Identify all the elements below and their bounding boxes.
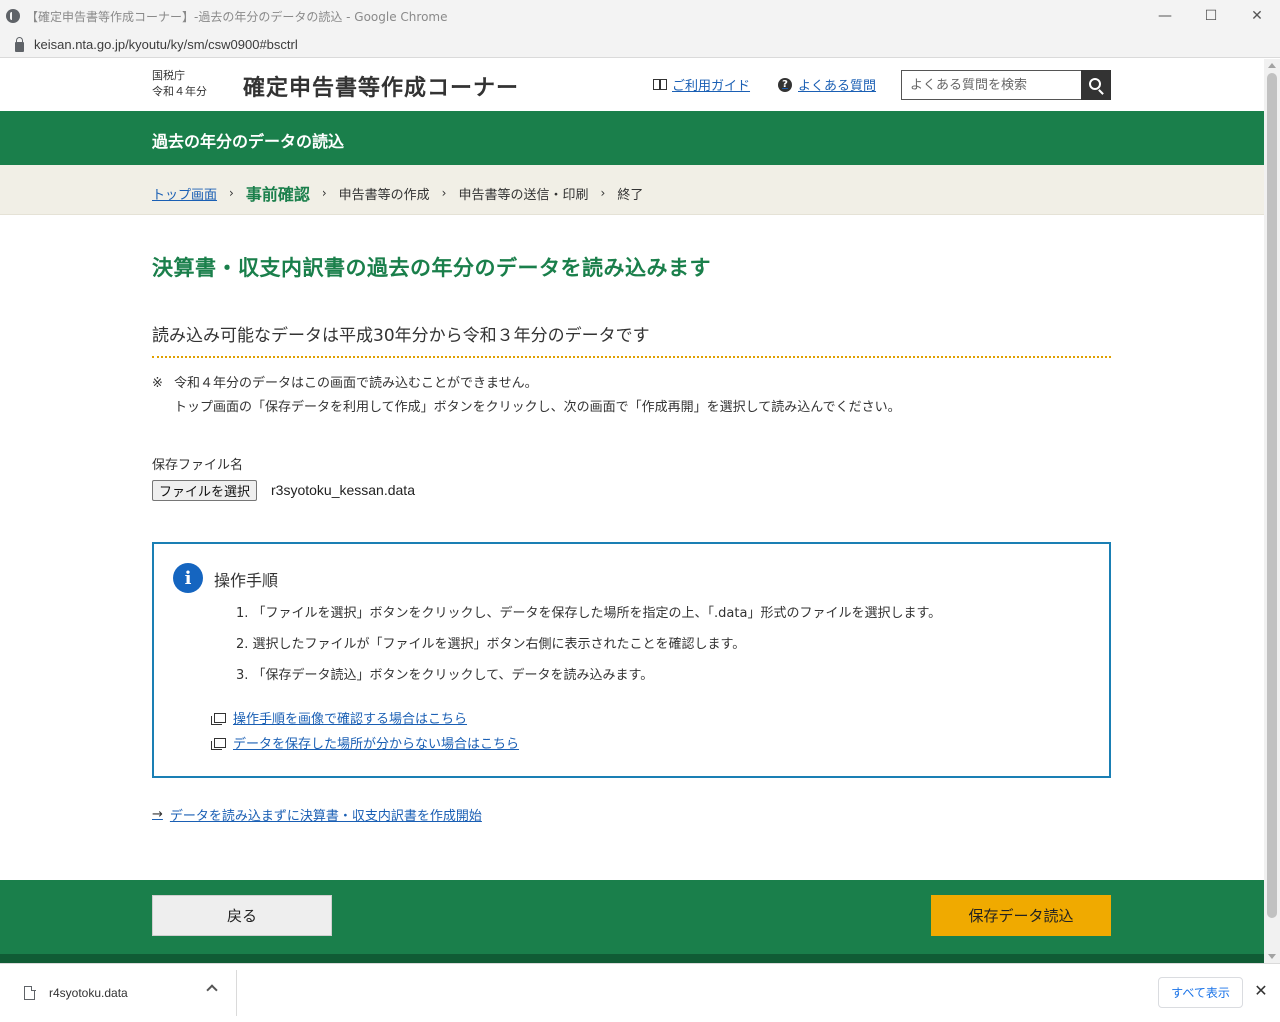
image-guide-link[interactable]: 操作手順を画像で確認する場合はこちら <box>211 708 467 727</box>
title-bar: 【確定申告書等作成コーナー】-過去の年分のデータの読込 - Google Chr… <box>0 0 1280 32</box>
save-location-help-link-label[interactable]: データを保存した場所が分からない場合はこちら <box>233 733 519 752</box>
save-location-help-link[interactable]: データを保存した場所が分からない場合はこちら <box>211 733 519 752</box>
instructions-title: 操作手順 <box>214 571 279 590</box>
page-title-band: 過去の年分のデータの読込 <box>0 111 1264 165</box>
info-icon: i <box>173 563 203 593</box>
start-without-data-label[interactable]: データを読み込まずに決算書・収支内訳書を作成開始 <box>170 805 482 824</box>
url-text[interactable]: keisan.nta.go.jp/kyoutu/ky/sm/csw0900#bs… <box>34 37 298 52</box>
image-guide-link-label[interactable]: 操作手順を画像で確認する場合はこちら <box>233 708 467 727</box>
page-heading: 決算書・収支内訳書の過去の年分のデータを読み込みます <box>152 256 711 280</box>
breadcrumb-separator: › <box>441 186 447 200</box>
note-line-2: トップ画面の「保存データを利用して作成」ボタンをクリックし、次の画面で「作成再開… <box>174 400 901 415</box>
notice-text: ※ 令和４年分のデータはこの画面で読み込むことができません。 トップ画面の「保存デ… <box>152 372 901 420</box>
site-title: 確定申告書等作成コーナー <box>243 76 520 101</box>
window-title: 【確定申告書等作成コーナー】-過去の年分のデータの読込 - Google Chr… <box>26 9 448 24</box>
breadcrumb-step: 申告書等の作成 <box>338 187 430 203</box>
faq-search-input[interactable] <box>901 70 1081 100</box>
site-header: 国税庁 令和４年分 確定申告書等作成コーナー ご利用ガイド ? よくある質問 <box>0 59 1264 111</box>
footer-divider <box>0 954 1264 963</box>
breadcrumb-separator: › <box>321 186 327 200</box>
breadcrumb-top-link[interactable]: トップ画面 <box>152 184 217 203</box>
agency-name: 国税庁 <box>152 69 185 82</box>
scroll-up-arrow-icon[interactable] <box>1268 63 1276 68</box>
arrow-right-icon: → <box>152 807 163 822</box>
start-without-data-link[interactable]: → データを読み込まずに決算書・収支内訳書を作成開始 <box>152 805 482 824</box>
scroll-down-arrow-icon[interactable] <box>1268 954 1276 959</box>
maximize-button[interactable]: ☐ <box>1188 0 1234 32</box>
guide-link-label[interactable]: ご利用ガイド <box>672 75 750 94</box>
lock-icon[interactable] <box>15 36 24 52</box>
close-window-button[interactable]: ✕ <box>1234 0 1280 32</box>
breadcrumb-separator: › <box>229 186 234 200</box>
instruction-step: 2. 選択したファイルが「ファイルを選択」ボタン右側に表示されたことを確認します… <box>236 637 746 652</box>
back-button[interactable]: 戻る <box>152 895 332 936</box>
new-window-icon <box>211 737 226 750</box>
file-field-label: 保存ファイル名 <box>152 458 244 473</box>
breadcrumb-current-step: 事前確認 <box>245 185 310 204</box>
note-mark: ※ <box>152 376 163 391</box>
instructions-box: i 操作手順 1. 「ファイルを選択」ボタンをクリックし、データを保存した場所を… <box>152 542 1111 778</box>
new-window-icon <box>211 712 226 725</box>
search-icon <box>1089 78 1101 90</box>
book-icon <box>653 79 667 90</box>
download-file-name[interactable]: r4syotoku.data <box>49 986 128 1000</box>
breadcrumb-step: 申告書等の送信・印刷 <box>458 187 589 203</box>
breadcrumb-step: 終了 <box>617 187 644 203</box>
agency-block: 国税庁 令和４年分 <box>152 68 207 100</box>
page-viewport: 国税庁 令和４年分 確定申告書等作成コーナー ご利用ガイド ? よくある質問 過… <box>0 59 1264 963</box>
note-line-1: 令和４年分のデータはこの画面で読み込むことができません。 <box>174 376 538 391</box>
address-bar[interactable]: keisan.nta.go.jp/kyoutu/ky/sm/csw0900#bs… <box>0 32 1280 58</box>
breadcrumb: トップ画面 › 事前確認 › 申告書等の作成 › 申告書等の送信・印刷 › 終了 <box>0 165 1264 215</box>
page-scrollbar[interactable] <box>1264 59 1280 963</box>
chevron-up-icon[interactable] <box>206 984 218 996</box>
page-subheading: 読み込み可能なデータは平成30年分から令和３年分のデータです <box>152 321 1111 358</box>
tax-year-label: 令和４年分 <box>152 85 207 98</box>
search-button[interactable] <box>1081 70 1111 100</box>
minimize-button[interactable]: — <box>1142 0 1188 32</box>
choose-file-button[interactable]: ファイルを選択 <box>152 480 258 501</box>
close-icon[interactable]: ✕ <box>1254 983 1268 999</box>
question-icon: ? <box>778 77 792 92</box>
instruction-step: 1. 「ファイルを選択」ボタンをクリックし、データを保存した場所を指定の上、「.… <box>236 606 942 621</box>
download-item[interactable]: r4syotoku.data <box>0 970 237 1016</box>
download-shelf: r4syotoku.data すべて表示 ✕ <box>0 963 1280 1022</box>
faq-link-label[interactable]: よくある質問 <box>798 75 876 94</box>
instruction-steps: 1. 「ファイルを選択」ボタンをクリックし、データを保存した場所を指定の上、「.… <box>236 602 941 695</box>
chrome-favicon-icon <box>6 9 20 23</box>
instruction-step: 3. 「保存データ読込」ボタンをクリックして、データを読み込みます。 <box>236 668 654 683</box>
breadcrumb-row: トップ画面 › 事前確認 › 申告書等の作成 › 申告書等の送信・印刷 › 終了 <box>152 181 643 205</box>
guide-link[interactable]: ご利用ガイド <box>653 75 750 94</box>
file-icon <box>24 985 36 1000</box>
selected-file-name: r3syotoku_kessan.data <box>271 482 415 498</box>
load-saved-data-button[interactable]: 保存データ読込 <box>931 895 1111 936</box>
faq-link[interactable]: ? よくある質問 <box>778 75 876 94</box>
breadcrumb-separator: › <box>600 186 606 200</box>
scroll-thumb[interactable] <box>1267 73 1277 918</box>
show-all-downloads-button[interactable]: すべて表示 <box>1158 977 1243 1008</box>
window-controls: — ☐ ✕ <box>1142 0 1280 32</box>
band-title: 過去の年分のデータの読込 <box>152 132 345 151</box>
